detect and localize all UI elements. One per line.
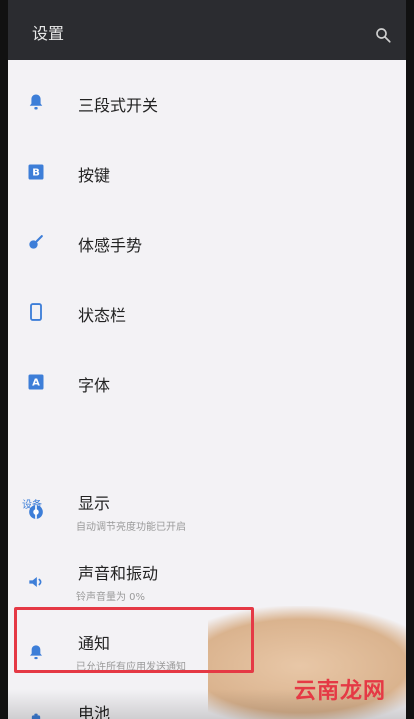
settings-item-status-bar[interactable]: 状态栏	[8, 280, 406, 344]
watermark: 云南龙网	[293, 679, 386, 704]
settings-screen: 设置 三段式开关 B 按键 体感手势 状态栏 A 字体 设备 显示 自动调节亮度…	[8, 0, 406, 719]
settings-item-label: 显示	[78, 494, 111, 513]
settings-item-label: 按键	[78, 166, 111, 185]
settings-item-label: 声音和振动	[78, 564, 159, 583]
display-icon	[29, 505, 43, 519]
settings-item-display[interactable]: 显示 自动调节亮度功能已开启	[8, 480, 406, 544]
settings-item-slider[interactable]: 三段式开关	[8, 70, 406, 134]
search-icon[interactable]	[374, 26, 392, 44]
volume-icon	[29, 577, 42, 587]
settings-item-label: 三段式开关	[78, 96, 159, 115]
bell-icon	[29, 94, 43, 110]
settings-item-buttons[interactable]: B 按键	[8, 140, 406, 204]
settings-item-gestures[interactable]: 体感手势	[8, 210, 406, 274]
svg-text:A: A	[32, 377, 40, 388]
settings-item-label: 字体	[78, 376, 111, 395]
settings-item-sub: 铃声音量为 0%	[76, 592, 146, 603]
highlight-box	[14, 607, 254, 673]
settings-item-font[interactable]: A 字体	[8, 350, 406, 414]
settings-item-label: 体感手势	[78, 236, 143, 255]
phone-icon	[30, 303, 42, 321]
settings-item-label: 状态栏	[78, 306, 127, 325]
a-icon: A	[28, 374, 44, 390]
gesture-icon	[29, 235, 43, 249]
b-icon: B	[28, 164, 44, 180]
page-title: 设置	[32, 24, 65, 43]
top-app-bar: 设置	[8, 0, 406, 60]
svg-text:B: B	[32, 167, 40, 178]
settings-item-sub: 自动调节亮度功能已开启	[76, 522, 186, 533]
settings-item-sound[interactable]: 声音和振动 铃声音量为 0%	[8, 550, 406, 614]
